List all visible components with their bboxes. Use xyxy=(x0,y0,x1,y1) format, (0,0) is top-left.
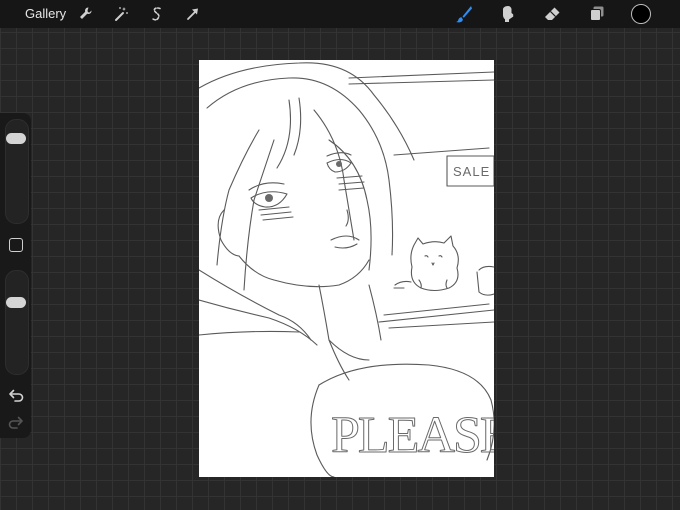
brush-size-thumb[interactable] xyxy=(6,133,26,145)
left-sidebar xyxy=(0,113,31,438)
wrench-icon[interactable] xyxy=(76,4,96,24)
cat-sketch xyxy=(410,235,459,292)
please-text: PLEASE! xyxy=(331,407,494,464)
redo-icon[interactable] xyxy=(7,415,25,431)
magic-wand-icon[interactable] xyxy=(111,4,131,24)
brush-size-slider[interactable] xyxy=(5,119,29,224)
gallery-button[interactable]: Gallery xyxy=(25,6,66,21)
shelf-line xyxy=(393,147,490,156)
drawing-canvas[interactable]: SALE PLEAS xyxy=(199,60,494,477)
selection-icon[interactable] xyxy=(147,4,167,24)
eraser-icon[interactable] xyxy=(542,4,562,24)
layers-icon[interactable] xyxy=(587,4,607,24)
modify-button[interactable] xyxy=(9,238,23,252)
color-picker-swatch[interactable] xyxy=(631,4,651,24)
brush-opacity-thumb[interactable] xyxy=(6,297,26,309)
brush-icon[interactable] xyxy=(454,4,474,24)
undo-icon[interactable] xyxy=(7,388,25,404)
smudge-icon[interactable] xyxy=(498,4,518,24)
top-toolbar: Gallery xyxy=(0,0,680,28)
transform-arrow-icon[interactable] xyxy=(183,4,203,24)
brush-opacity-slider[interactable] xyxy=(5,270,29,375)
sale-sign-text: SALE xyxy=(453,164,490,179)
